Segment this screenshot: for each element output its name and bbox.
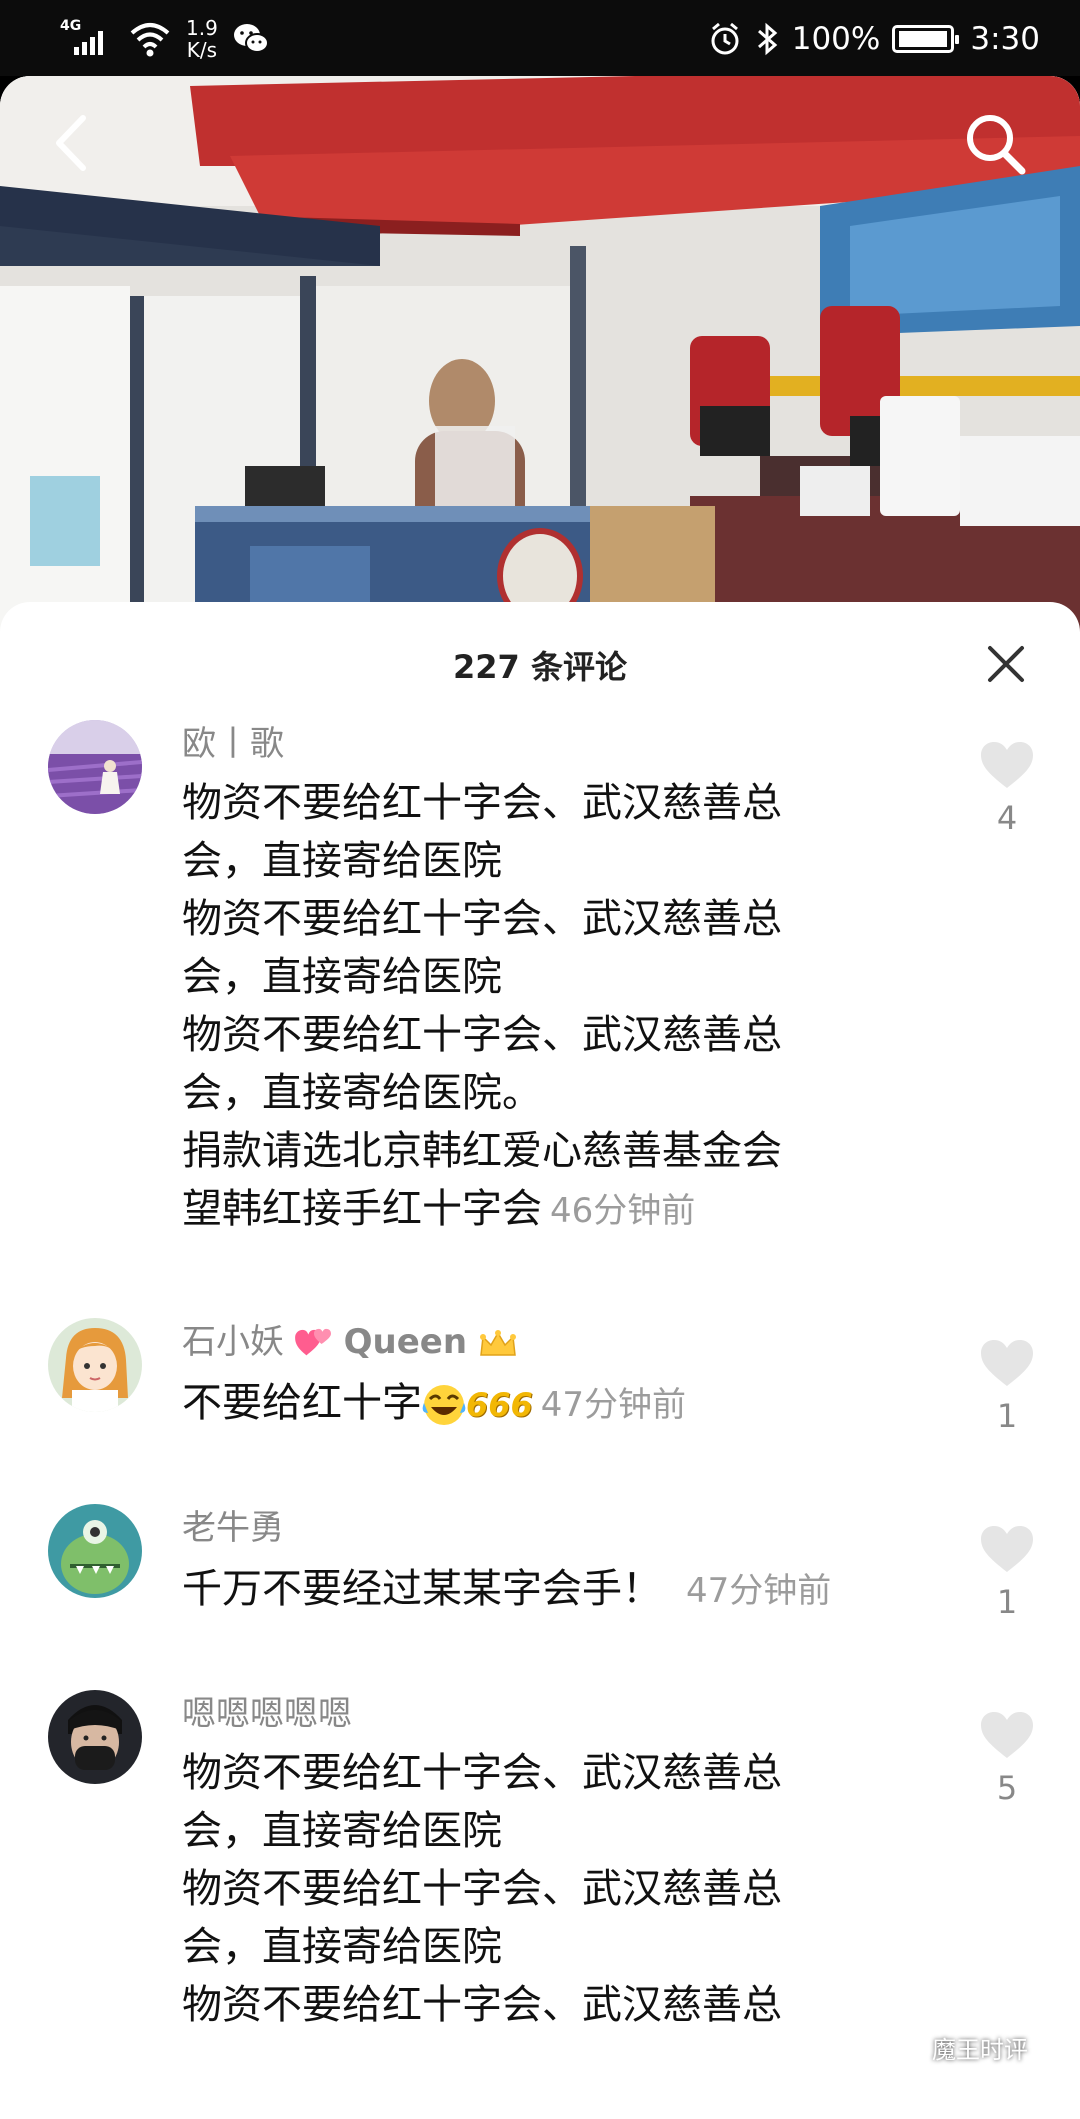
comment-line: 会，直接寄给医院 <box>182 954 502 1000</box>
like-count: 1 <box>996 1583 1018 1621</box>
lavender-field-avatar-image <box>48 720 142 814</box>
comment-text: 千万不要经过某某字会手！ 47分钟前 <box>182 1560 942 1620</box>
bluetooth-icon <box>757 22 778 56</box>
wechat-icon <box>233 24 269 53</box>
avatar[interactable] <box>48 1318 142 1412</box>
battery-percent: 100% <box>791 21 881 57</box>
comments-panel[interactable]: 227 条评论 欧丨歌 物资不要给红十字会、武汉慈善总 会，直接寄给医院 物资不… <box>0 602 1080 2119</box>
comment-line: 物资不要给红十字会、武汉慈善总 <box>182 1012 782 1058</box>
like-count: 5 <box>996 1769 1018 1807</box>
heart-icon <box>981 1526 1033 1572</box>
avatar[interactable] <box>48 1504 142 1598</box>
speed-unit: K/s <box>186 38 218 62</box>
crown-icon <box>479 1329 516 1356</box>
comment-text: 物资不要给红十字会、武汉慈善总 会，直接寄给医院 物资不要给红十字会、武汉慈善总… <box>182 1744 882 2034</box>
alarm-icon <box>711 22 739 55</box>
status-bar: 4G 1.9 K/s 100% 3:30 <box>0 0 1080 76</box>
comment-timestamp: 46分钟前 <box>550 1191 696 1231</box>
like-count: 4 <box>996 799 1018 837</box>
battery-icon <box>892 25 960 53</box>
watermark: 魔王时评 <box>880 2030 1028 2065</box>
comment-username[interactable]: 石小妖 Queen <box>182 1322 518 1362</box>
comment-line: 望韩红接手红十字会 <box>182 1186 542 1232</box>
comment-username[interactable]: 嗯嗯嗯嗯嗯 <box>182 1694 352 1734</box>
wifi-icon <box>130 23 170 57</box>
comment-timestamp: 47分钟前 <box>686 1571 832 1611</box>
masked-man-avatar-image <box>48 1690 142 1784</box>
search-icon[interactable] <box>962 108 1028 178</box>
back-arrow-icon[interactable] <box>45 108 95 178</box>
comment-line: 物资不要给红十字会、武汉慈善总 <box>182 780 782 826</box>
avatar[interactable] <box>48 1690 142 1784</box>
like-button[interactable]: 1 <box>978 1338 1036 1434</box>
username-suffix: Queen <box>343 1322 468 1362</box>
comment-username[interactable]: 老牛勇 <box>182 1508 284 1548</box>
cellular-signal-icon: 4G <box>60 17 114 61</box>
watermark-text: 魔王时评 <box>932 2036 1028 2064</box>
like-button[interactable]: 5 <box>978 1710 1036 1806</box>
comment-username[interactable]: 欧丨歌 <box>182 724 284 764</box>
video-frame <box>0 76 1080 636</box>
clock: 3:30 <box>970 21 1040 57</box>
comment-main-text: 千万不要经过某某字会手！ <box>182 1566 662 1612</box>
heart-icon <box>981 742 1033 788</box>
close-icon[interactable] <box>984 642 1028 686</box>
heart-icon <box>981 1712 1033 1758</box>
emoji-666-icon: 666 <box>466 1386 533 1424</box>
comment-line: 会，直接寄给医院 <box>182 838 502 884</box>
comment-text: 不要给红十字 666 47分钟前 <box>182 1374 942 1434</box>
comment-line: 会，直接寄给医院 <box>182 1924 502 1970</box>
comment-count-title: 227 条评论 <box>453 648 627 686</box>
avatar[interactable] <box>48 720 142 814</box>
speed-value: 1.9 <box>186 16 218 40</box>
like-count: 1 <box>996 1397 1018 1435</box>
comment-main-text: 不要给红十字 <box>182 1380 422 1426</box>
laughing-tears-emoji-icon <box>422 1385 466 1425</box>
cartoon-girl-avatar-image <box>48 1318 142 1412</box>
green-monster-avatar-image <box>48 1504 142 1598</box>
comment-line: 物资不要给红十字会、武汉慈善总 <box>182 896 782 942</box>
like-button[interactable]: 4 <box>978 740 1036 836</box>
heart-icon <box>981 1340 1033 1386</box>
comment-line: 捐款请选北京韩红爱心慈善基金会 <box>182 1128 782 1174</box>
comment-line: 物资不要给红十字会、武汉慈善总 <box>182 1982 782 2028</box>
wechat-logo-icon <box>880 2031 924 2064</box>
two-hearts-icon <box>294 1328 331 1355</box>
comment-line: 物资不要给红十字会、武汉慈善总 <box>182 1866 782 1912</box>
comment-line: 会，直接寄给医院 <box>182 1808 502 1854</box>
comment-line: 会，直接寄给医院。 <box>182 1070 542 1116</box>
comment-timestamp: 47分钟前 <box>540 1385 687 1425</box>
video-player[interactable] <box>0 76 1080 636</box>
username-text: 石小妖 <box>182 1322 284 1362</box>
network-speed: 1.9 K/s <box>186 17 218 61</box>
like-button[interactable]: 1 <box>978 1524 1036 1620</box>
comment-line: 物资不要给红十字会、武汉慈善总 <box>182 1750 782 1796</box>
comment-text: 物资不要给红十字会、武汉慈善总 会，直接寄给医院 物资不要给红十字会、武汉慈善总… <box>182 774 882 1240</box>
